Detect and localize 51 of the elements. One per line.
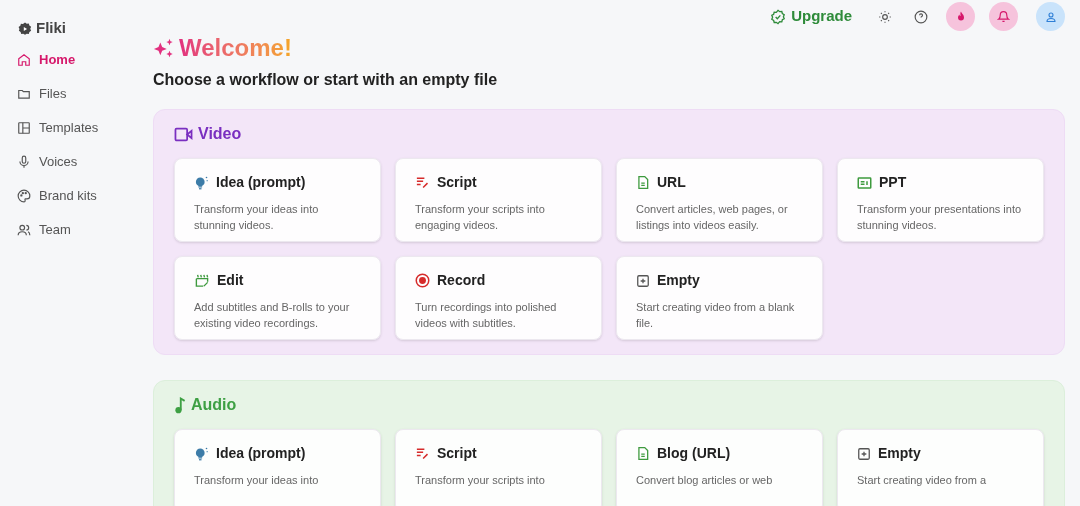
clapperboard-icon: [194, 273, 210, 288]
sidebar-item[interactable]: Voices: [10, 149, 130, 175]
subtitle: Choose a workflow or start with an empty file: [153, 70, 499, 90]
avatar-button[interactable]: [1036, 2, 1065, 31]
workflow-card[interactable]: Script Transform your scripts into engaging videos.: [395, 158, 602, 242]
workflow-card[interactable]: PPT Transform your presentations into stunning videos.: [837, 158, 1044, 242]
sun-icon: [878, 9, 892, 24]
record-icon: [415, 273, 430, 288]
sparkles-icon: [153, 37, 175, 59]
workflow-card[interactable]: Idea (prompt) Transform your ideas into stunning videos.: [174, 158, 381, 242]
gear-logo-icon: [18, 21, 32, 36]
help-icon: [914, 9, 928, 24]
section-title: Video: [198, 124, 242, 144]
workflow-card[interactable]: Record Turn recordings into polished videos with subtitles.: [395, 256, 602, 340]
sidebar-item[interactable]: Files: [10, 81, 130, 107]
workflow-card[interactable]: URL Convert articles, web pages, or listings into videos easily.: [616, 158, 823, 242]
layout-icon: [17, 121, 31, 135]
lines-pen-icon: [415, 175, 430, 190]
sidebar-item[interactable]: Home: [10, 47, 130, 73]
plus-square-icon: [857, 446, 871, 461]
microphone-icon: [17, 155, 31, 169]
upgrade-button[interactable]: Upgrade: [770, 5, 852, 28]
workflow-card[interactable]: Script Transform your scripts into: [395, 429, 602, 506]
brand-name: Fliki: [36, 18, 66, 39]
workflow-card[interactable]: Edit Add subtitles and B-rolls to your existing video recordings.: [174, 256, 381, 340]
document-icon: [636, 446, 650, 461]
notification-button[interactable]: [989, 2, 1018, 31]
lines-pen-icon: [415, 446, 430, 461]
video-camera-icon: [174, 125, 193, 143]
music-note-icon: [174, 396, 186, 414]
sidebar-item[interactable]: Brand kits: [10, 183, 130, 209]
presentation-icon: [857, 175, 872, 190]
lightbulb-icon: [194, 175, 209, 190]
sidebar-item[interactable]: Templates: [10, 115, 130, 141]
user-icon: [1044, 10, 1057, 23]
bell-icon: [997, 10, 1010, 23]
badge-check-icon: [770, 8, 787, 25]
folder-icon: [17, 87, 31, 101]
flame-button[interactable]: [946, 2, 975, 31]
plus-square-icon: [636, 273, 650, 288]
section-title: Audio: [191, 395, 237, 415]
workflow-card[interactable]: Blog (URL) Convert blog articles or web: [616, 429, 823, 506]
document-icon: [636, 175, 650, 190]
palette-icon: [17, 189, 31, 203]
workflow-card[interactable]: Empty Start creating video from a: [837, 429, 1044, 506]
workflow-card[interactable]: Empty Start creating video from a blank file.: [616, 256, 823, 340]
home-icon: [17, 53, 31, 67]
lightbulb-icon: [194, 446, 209, 461]
users-icon: [17, 223, 31, 237]
sidebar-item[interactable]: Team: [10, 217, 130, 243]
workflow-card[interactable]: Idea (prompt) Transform your ideas into: [174, 429, 381, 506]
